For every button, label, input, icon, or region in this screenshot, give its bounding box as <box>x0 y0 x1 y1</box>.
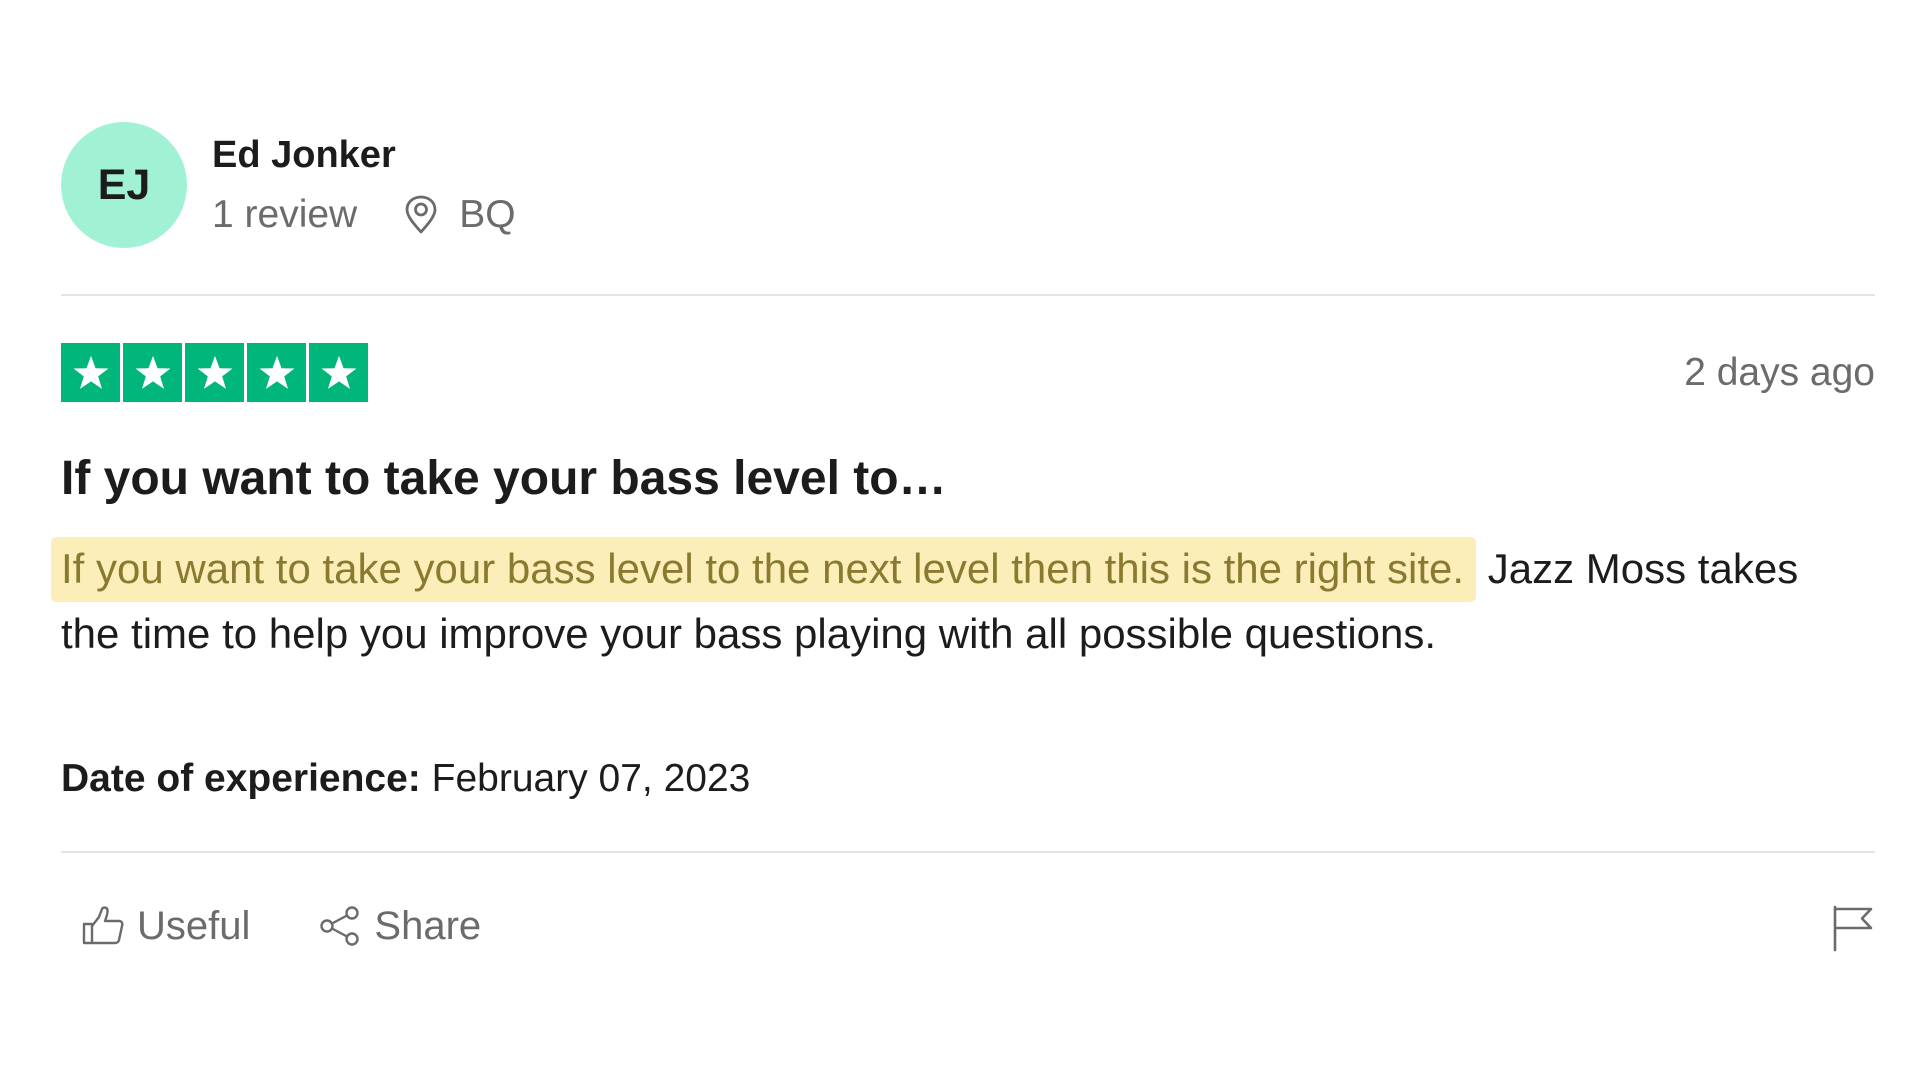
star-1 <box>61 343 120 402</box>
review-count: 1 review <box>212 193 358 236</box>
star-2 <box>123 343 182 402</box>
review-card: EJ Ed Jonker 1 review BQ 2 days ago If y… <box>51 0 1875 1080</box>
useful-label: Useful <box>137 904 251 948</box>
location-pin-icon <box>403 195 439 235</box>
divider-bottom <box>61 851 1875 853</box>
star-4 <box>247 343 306 402</box>
star-5 <box>309 343 368 402</box>
date-of-experience: Date of experience: February 07, 2023 <box>61 756 750 802</box>
review-title[interactable]: If you want to take your bass level to… <box>61 450 947 508</box>
reviewer-meta: 1 review BQ <box>212 192 516 238</box>
review-date: 2 days ago <box>1684 351 1875 394</box>
report-flag-button[interactable] <box>1831 904 1875 952</box>
experience-label: Date of experience: <box>61 757 421 800</box>
experience-date: February 07, 2023 <box>420 757 751 800</box>
reviewer-name[interactable]: Ed Jonker <box>212 132 516 178</box>
star-rating <box>61 343 368 402</box>
share-icon <box>318 905 362 947</box>
review-body: If you want to take your bass level to t… <box>51 536 1861 666</box>
reviewer-header[interactable]: EJ Ed Jonker 1 review BQ <box>61 121 516 249</box>
flag-icon <box>1831 904 1875 952</box>
review-actions: Useful Share <box>81 903 481 949</box>
share-button[interactable]: Share <box>318 903 481 949</box>
share-label: Share <box>374 904 482 948</box>
avatar[interactable]: EJ <box>61 122 187 248</box>
reviewer-info: Ed Jonker 1 review BQ <box>212 132 516 238</box>
thumbs-up-icon <box>81 905 125 947</box>
useful-button[interactable]: Useful <box>81 903 250 949</box>
star-3 <box>185 343 244 402</box>
highlighted-text: If you want to take your bass level to t… <box>51 537 1477 602</box>
divider-top <box>61 294 1875 296</box>
reviewer-location: BQ <box>459 193 516 236</box>
avatar-initials: EJ <box>97 160 151 209</box>
